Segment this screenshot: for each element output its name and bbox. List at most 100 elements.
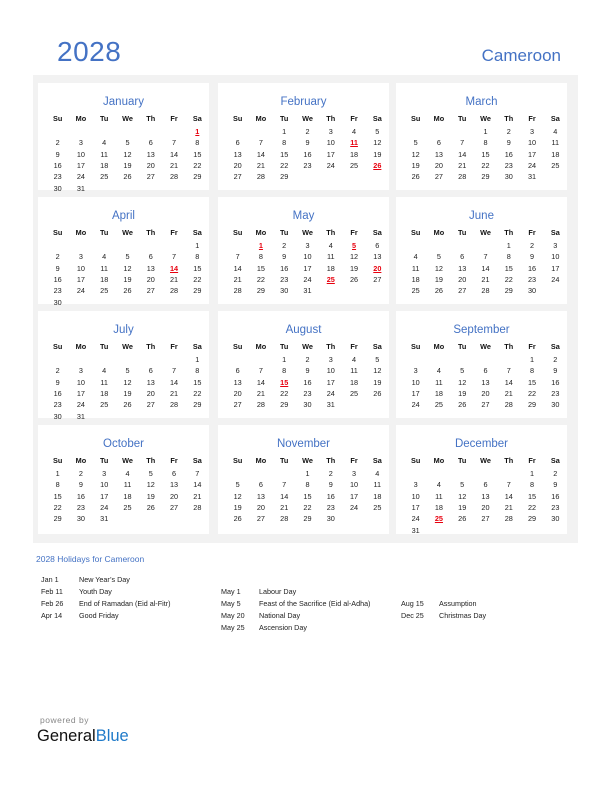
day-cell[interactable]: 27	[249, 514, 272, 524]
day-cell[interactable]: 22	[46, 503, 69, 513]
day-cell[interactable]: 1	[46, 469, 69, 479]
day-cell[interactable]: 15	[186, 150, 209, 160]
day-cell[interactable]: 5	[451, 366, 474, 376]
day-cell[interactable]: 7	[474, 252, 497, 262]
day-cell[interactable]: 11	[342, 366, 365, 376]
day-cell[interactable]: 22	[474, 161, 497, 171]
day-cell[interactable]: 4	[342, 355, 365, 365]
day-cell[interactable]: 8	[520, 366, 543, 376]
day-cell[interactable]: 5	[116, 252, 139, 262]
day-cell[interactable]: 6	[139, 366, 162, 376]
day-cell[interactable]: 21	[249, 161, 272, 171]
day-cell[interactable]: 17	[69, 389, 92, 399]
day-cell[interactable]: 3	[404, 366, 427, 376]
day-cell[interactable]: 21	[497, 503, 520, 513]
day-cell[interactable]: 12	[404, 150, 427, 160]
day-cell[interactable]: 26	[404, 172, 427, 182]
day-cell[interactable]: 3	[296, 241, 319, 251]
day-cell[interactable]: 27	[427, 172, 450, 182]
day-cell[interactable]: 11	[404, 264, 427, 274]
day-cell[interactable]: 21	[497, 389, 520, 399]
day-cell[interactable]: 19	[226, 503, 249, 513]
day-cell[interactable]: 9	[544, 480, 567, 490]
day-cell[interactable]: 15	[296, 492, 319, 502]
day-cell[interactable]: 8	[296, 480, 319, 490]
day-cell[interactable]: 16	[497, 150, 520, 160]
day-cell[interactable]: 7	[497, 366, 520, 376]
day-cell[interactable]: 31	[93, 514, 116, 524]
day-cell[interactable]: 13	[139, 150, 162, 160]
day-cell[interactable]: 11	[319, 252, 342, 262]
day-cell[interactable]: 6	[249, 480, 272, 490]
day-cell[interactable]: 4	[427, 480, 450, 490]
day-cell[interactable]: 22	[296, 503, 319, 513]
day-cell[interactable]: 10	[69, 264, 92, 274]
day-cell[interactable]: 19	[116, 389, 139, 399]
day-cell[interactable]: 25	[404, 286, 427, 296]
day-cell[interactable]: 7	[249, 138, 272, 148]
day-cell[interactable]: 11	[366, 480, 389, 490]
day-cell[interactable]: 14	[451, 150, 474, 160]
day-cell[interactable]: 5	[226, 480, 249, 490]
day-cell[interactable]: 8	[273, 366, 296, 376]
day-cell[interactable]: 30	[273, 286, 296, 296]
day-cell[interactable]: 25	[116, 503, 139, 513]
day-cell[interactable]: 27	[162, 503, 185, 513]
day-cell[interactable]: 7	[162, 366, 185, 376]
day-cell[interactable]: 27	[366, 275, 389, 285]
day-cell[interactable]: 6	[139, 138, 162, 148]
day-cell[interactable]: 2	[296, 127, 319, 137]
day-cell[interactable]: 8	[186, 138, 209, 148]
day-cell[interactable]: 18	[93, 275, 116, 285]
day-cell[interactable]: 9	[319, 480, 342, 490]
day-cell[interactable]: 29	[249, 286, 272, 296]
day-cell[interactable]: 10	[342, 480, 365, 490]
day-cell[interactable]: 28	[451, 172, 474, 182]
day-cell[interactable]: 27	[139, 172, 162, 182]
day-cell[interactable]: 16	[520, 264, 543, 274]
holiday-day-cell[interactable]: 15	[273, 378, 296, 388]
day-cell[interactable]: 24	[404, 514, 427, 524]
day-cell[interactable]: 18	[427, 503, 450, 513]
day-cell[interactable]: 25	[93, 400, 116, 410]
day-cell[interactable]: 25	[93, 286, 116, 296]
day-cell[interactable]: 26	[226, 514, 249, 524]
day-cell[interactable]: 4	[404, 252, 427, 262]
day-cell[interactable]: 14	[186, 480, 209, 490]
day-cell[interactable]: 28	[162, 286, 185, 296]
day-cell[interactable]: 17	[69, 275, 92, 285]
day-cell[interactable]: 28	[186, 503, 209, 513]
day-cell[interactable]: 5	[116, 366, 139, 376]
day-cell[interactable]: 20	[226, 161, 249, 171]
day-cell[interactable]: 16	[69, 492, 92, 502]
day-cell[interactable]: 3	[319, 127, 342, 137]
day-cell[interactable]: 22	[520, 389, 543, 399]
day-cell[interactable]: 2	[46, 138, 69, 148]
day-cell[interactable]: 1	[497, 241, 520, 251]
day-cell[interactable]: 12	[226, 492, 249, 502]
day-cell[interactable]: 31	[404, 526, 427, 536]
day-cell[interactable]: 12	[342, 252, 365, 262]
day-cell[interactable]: 12	[116, 150, 139, 160]
day-cell[interactable]: 19	[116, 275, 139, 285]
day-cell[interactable]: 23	[544, 503, 567, 513]
day-cell[interactable]: 29	[520, 400, 543, 410]
day-cell[interactable]: 10	[544, 252, 567, 262]
day-cell[interactable]: 1	[520, 355, 543, 365]
day-cell[interactable]: 13	[474, 492, 497, 502]
day-cell[interactable]: 5	[366, 355, 389, 365]
day-cell[interactable]: 22	[186, 389, 209, 399]
day-cell[interactable]: 22	[497, 275, 520, 285]
day-cell[interactable]: 1	[273, 127, 296, 137]
day-cell[interactable]: 6	[474, 480, 497, 490]
day-cell[interactable]: 15	[186, 264, 209, 274]
day-cell[interactable]: 29	[186, 286, 209, 296]
day-cell[interactable]: 13	[427, 150, 450, 160]
day-cell[interactable]: 21	[474, 275, 497, 285]
day-cell[interactable]: 27	[474, 514, 497, 524]
day-cell[interactable]: 3	[342, 469, 365, 479]
day-cell[interactable]: 14	[162, 378, 185, 388]
day-cell[interactable]: 7	[249, 366, 272, 376]
day-cell[interactable]: 28	[273, 514, 296, 524]
day-cell[interactable]: 20	[474, 503, 497, 513]
